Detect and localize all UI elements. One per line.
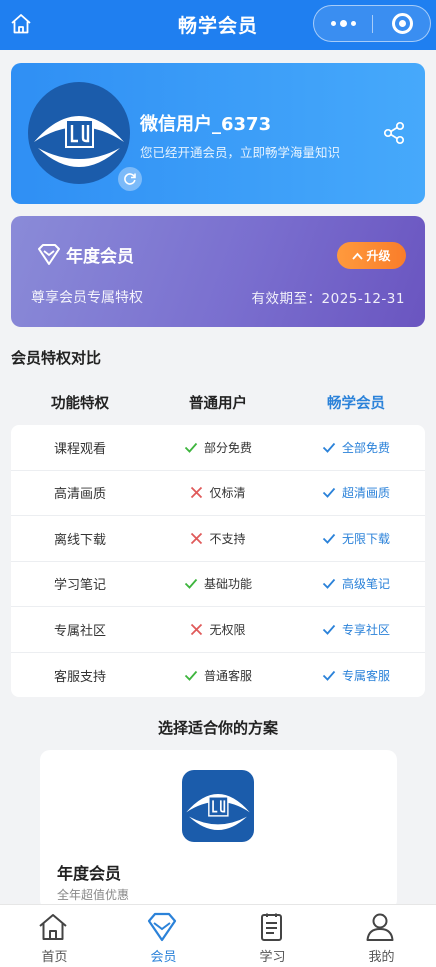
tab-label: 学习 — [259, 950, 286, 965]
table-row: 学习笔记 基础功能 高级笔记 — [11, 562, 425, 607]
username: 微信用户_6373 — [140, 114, 272, 135]
upgrade-button-label: 升级 — [366, 249, 391, 263]
tab-member[interactable]: 会员 — [109, 905, 218, 967]
vip-value: 专享社区 — [341, 622, 390, 637]
bottom-tab-bar: 首页 会员 学习 我的 — [0, 904, 436, 967]
cross-icon — [191, 487, 203, 499]
vip-value: 全部免费 — [341, 440, 390, 455]
diamond-icon — [145, 911, 179, 943]
vip-value: 无限下载 — [341, 531, 390, 546]
vip-cell: 专享社区 — [287, 607, 425, 652]
vip-cell: 高级笔记 — [287, 562, 425, 607]
tab-mine[interactable]: 我的 — [327, 905, 436, 967]
check-icon — [322, 442, 336, 453]
vip-cell: 全部免费 — [287, 425, 425, 470]
header-vip: 畅学会员 — [327, 395, 385, 412]
more-menu-icon[interactable] — [314, 6, 372, 41]
table-row: 课程观看 部分免费 全部免费 — [11, 425, 425, 471]
top-bar: 畅学会员 — [0, 0, 436, 50]
normal-user-value: 基础功能 — [203, 577, 252, 592]
feature-name: 课程观看 — [53, 441, 106, 457]
arrow-up-icon — [352, 252, 364, 260]
normal-user-cell: 部分免费 — [149, 425, 287, 470]
comparison-table: 功能特权 普通用户 畅学会员 课程观看 部分免费 全部免费高清画质 仅标清 超清画质离线… — [11, 379, 425, 697]
plan-subtitle: 全年超值优惠 — [57, 888, 130, 902]
refresh-avatar-icon[interactable] — [118, 167, 142, 191]
feature-name: 高清画质 — [53, 487, 106, 503]
normal-user-value: 无权限 — [209, 622, 246, 637]
home-icon — [36, 911, 70, 943]
table-row: 专属社区 无权限 专享社区 — [11, 607, 425, 653]
vip-value: 专属客服 — [341, 668, 390, 683]
share-icon[interactable] — [381, 120, 407, 146]
tab-label: 我的 — [368, 950, 395, 965]
membership-title: 年度会员 — [66, 247, 134, 267]
vip-cell: 超清画质 — [287, 471, 425, 516]
check-icon — [322, 533, 336, 544]
check-icon — [322, 624, 336, 635]
feature-name: 专属社区 — [53, 623, 106, 639]
profile-card: 微信用户_6373 您已经开通会员，立即畅学海量知识 — [11, 63, 425, 204]
check-icon — [322, 670, 336, 681]
feature-name: 客服支持 — [53, 669, 106, 685]
vip-cell: 专属客服 — [287, 653, 425, 699]
normal-user-cell: 基础功能 — [149, 562, 287, 607]
table-row: 离线下载 不支持 无限下载 — [11, 516, 425, 562]
upgrade-button[interactable]: 升级 — [337, 242, 406, 269]
normal-user-value: 普通客服 — [203, 668, 252, 683]
check-icon — [184, 670, 198, 681]
avatar[interactable] — [28, 82, 130, 184]
tab-study[interactable]: 学习 — [218, 905, 327, 967]
app-logo — [182, 770, 254, 842]
check-icon — [184, 442, 198, 453]
mini-program-capsule — [313, 5, 431, 42]
normal-user-cell: 仅标清 — [149, 471, 287, 516]
close-mini-program-icon[interactable] — [373, 6, 431, 41]
comparison-section-title: 会员特权对比 — [11, 349, 102, 367]
comparison-body: 课程观看 部分免费 全部免费高清画质 仅标清 超清画质离线下载 不支持 无限下载学习笔记 基础… — [11, 425, 425, 697]
normal-user-value: 部分免费 — [203, 440, 252, 455]
check-icon — [322, 579, 336, 590]
cross-icon — [191, 532, 203, 544]
cross-icon — [191, 623, 203, 635]
check-icon — [322, 488, 336, 499]
normal-user-cell: 普通客服 — [149, 653, 287, 699]
normal-user-cell: 不支持 — [149, 516, 287, 561]
document-icon — [254, 911, 288, 943]
vip-value: 高级笔记 — [341, 577, 390, 592]
membership-card: 年度会员 升级 尊享会员专属特权 有效期至：2025-12-31 — [11, 216, 425, 327]
feature-name: 学习笔记 — [53, 578, 106, 594]
header-normal-user: 普通用户 — [189, 395, 247, 412]
table-row: 高清画质 仅标清 超清画质 — [11, 471, 425, 516]
membership-expiry: 有效期至：2025-12-31 — [251, 291, 405, 307]
user-icon — [363, 911, 397, 943]
tab-label: 首页 — [41, 950, 68, 965]
membership-description: 尊享会员专属特权 — [31, 290, 143, 306]
vip-cell: 无限下载 — [287, 516, 425, 561]
table-row: 客服支持 普通客服 专属客服 — [11, 653, 425, 699]
header-feature: 功能特权 — [51, 395, 109, 412]
plan-name: 年度会员 — [57, 864, 122, 883]
comparison-header: 功能特权 普通用户 畅学会员 — [11, 379, 425, 425]
normal-user-value: 仅标清 — [209, 486, 246, 501]
diamond-icon — [36, 242, 62, 268]
normal-user-value: 不支持 — [209, 531, 246, 546]
tab-home[interactable]: 首页 — [0, 905, 109, 967]
check-icon — [184, 579, 198, 590]
feature-name: 离线下载 — [53, 532, 106, 548]
member-status-text: 您已经开通会员，立即畅学海量知识 — [140, 145, 341, 160]
normal-user-cell: 无权限 — [149, 607, 287, 652]
plan-section-title: 选择适合你的方案 — [157, 719, 278, 737]
tab-label: 会员 — [150, 950, 177, 965]
vip-value: 超清画质 — [341, 486, 390, 501]
plan-card[interactable]: 年度会员 全年超值优惠 — [40, 750, 397, 910]
